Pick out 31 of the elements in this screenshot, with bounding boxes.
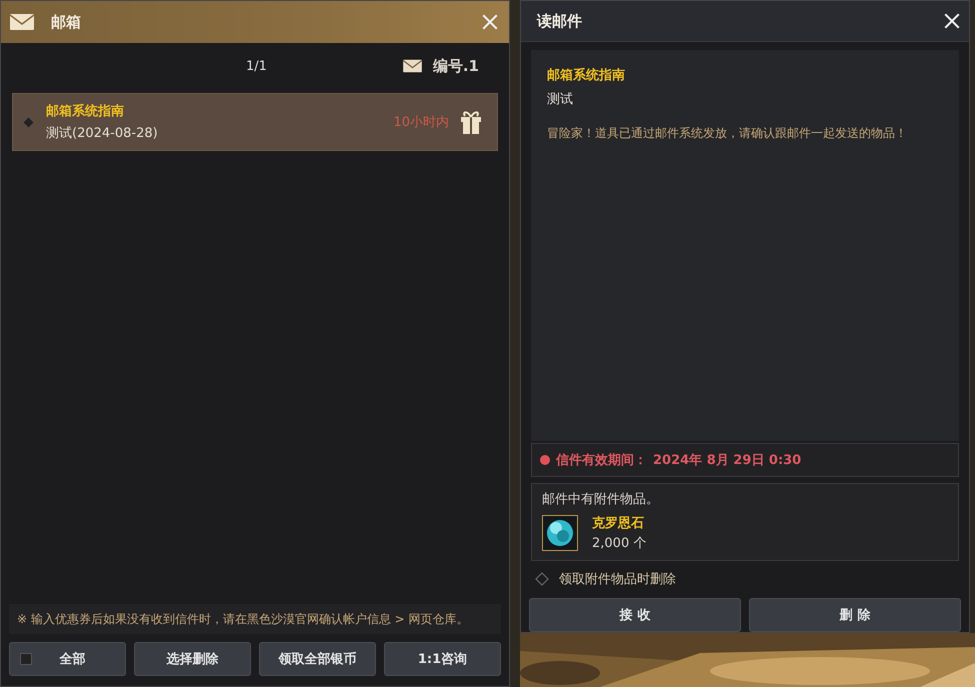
checkbox-label[interactable]: 领取附件物品时删除 — [559, 570, 676, 588]
mail-count: 编号.1 — [432, 56, 479, 76]
mail-subject: 测试(2024-08-28) — [46, 125, 159, 142]
close-icon[interactable] — [943, 12, 961, 30]
mail-body: 冒险家！道具已通过邮件系统发放，请确认跟邮件一起发送的物品！ — [547, 125, 908, 142]
mail-expiry: 10小时内 — [393, 114, 449, 131]
action-button[interactable]: 领取全部银币 — [259, 642, 376, 676]
expiry-label: 信件有效期间： — [556, 452, 647, 469]
page-counter: 1/1 — [246, 58, 268, 74]
orb-icon — [542, 515, 578, 551]
mail-sender: 邮箱系统指南 — [547, 66, 626, 84]
action-button[interactable]: 删 除 — [749, 598, 961, 632]
checkbox[interactable] — [535, 572, 549, 586]
envelope-icon — [9, 13, 35, 31]
item-count: 2,000 个 — [592, 535, 646, 552]
attachment-heading: 邮件中有附件物品。 — [542, 491, 660, 508]
status-dot — [540, 455, 550, 465]
expiry-date: 2024年 8月 29日 0:30 — [653, 452, 802, 469]
mail-sender: 邮箱系统指南 — [46, 102, 125, 120]
mail-subject: 测试 — [547, 91, 574, 108]
select-all-button[interactable]: 全部 — [9, 642, 126, 676]
action-button[interactable]: 接 收 — [529, 598, 741, 632]
window-title: 邮箱 — [51, 12, 82, 32]
notice-text: ※ 输入优惠券后如果没有收到信件时，请在黑色沙漠官网确认帐户信息 > 网页仓库。 — [9, 604, 501, 634]
envelope-icon — [402, 59, 423, 73]
checkbox[interactable] — [20, 653, 32, 665]
window-title: 读邮件 — [537, 12, 583, 30]
mail-item[interactable]: 邮箱系统指南 测试(2024-08-28) 10小时内 — [12, 93, 498, 151]
item-name: 克罗恩石 — [592, 515, 645, 532]
action-button[interactable]: 1:1咨询 — [384, 642, 501, 676]
action-button[interactable]: 选择删除 — [134, 642, 251, 676]
